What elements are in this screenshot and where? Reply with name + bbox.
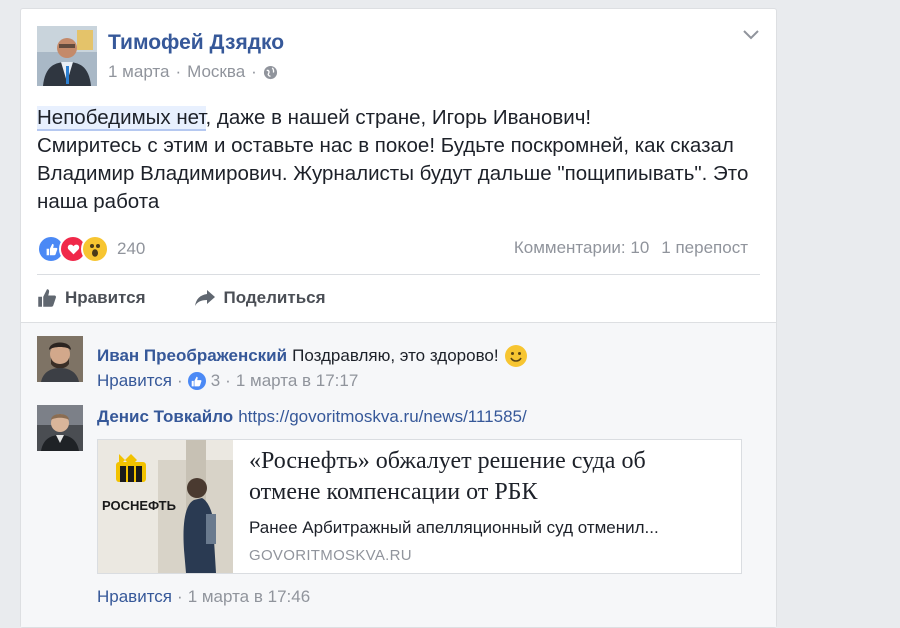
post-text-line1: , даже в нашей стране, Игорь Иванович! xyxy=(205,106,592,129)
thumbs-up-icon xyxy=(38,289,56,307)
commenter-avatar[interactable] xyxy=(37,336,83,382)
comment-text: Поздравляю, это здорово! xyxy=(292,346,499,365)
comment-author[interactable]: Иван Преображенский xyxy=(97,346,287,366)
globe-icon[interactable] xyxy=(263,65,278,80)
comment-timestamp[interactable]: 1 марта в 17:46 xyxy=(188,587,310,607)
meta-separator: · xyxy=(177,587,183,606)
post-meta: 1 марта · Москва · xyxy=(108,62,278,82)
like-reaction-icon[interactable] xyxy=(187,372,206,390)
post-location[interactable]: Москва xyxy=(187,62,245,82)
comments-count[interactable]: Комментарии: 10 xyxy=(514,238,649,258)
comments-section: Иван Преображенский Поздравляю, это здор… xyxy=(21,322,776,627)
reactions-summary[interactable]: 240 xyxy=(37,235,145,263)
comment-link[interactable]: https://govoritmoskva.ru/news/111585/ xyxy=(238,407,527,427)
comment-like-link[interactable]: Нравится xyxy=(97,371,172,391)
link-preview-image[interactable]: РОСНЕФТЬ xyxy=(98,440,233,573)
post-actions: Нравится Поделиться xyxy=(37,288,326,308)
comment-meta: Нравится · 1 марта в 17:46 xyxy=(97,587,310,607)
like-button[interactable]: Нравится xyxy=(37,288,146,308)
link-preview-title[interactable]: «Роснефть» обжалует решение суда об отме… xyxy=(249,446,719,508)
smile-emoji-icon xyxy=(504,345,527,367)
comment-author[interactable]: Денис Товкайло xyxy=(97,407,233,427)
share-arrow-icon xyxy=(194,290,215,306)
shares-count[interactable]: 1 перепост xyxy=(661,238,748,258)
post-text: Непобедимых нет, даже в нашей стране, Иг… xyxy=(37,104,757,216)
comment-body: Иван Преображенский Поздравляю, это здор… xyxy=(97,344,528,368)
divider xyxy=(37,274,760,275)
like-button-label: Нравится xyxy=(65,288,146,307)
share-button[interactable]: Поделиться xyxy=(194,288,326,308)
comment-like-count[interactable]: 3 xyxy=(211,371,220,391)
meta-separator: · xyxy=(177,371,183,390)
meta-separator: · xyxy=(225,371,231,390)
link-preview-description: Ранее Арбитражный апелляционный суд отме… xyxy=(249,518,659,537)
share-button-label: Поделиться xyxy=(223,288,326,307)
link-preview-card[interactable]: РОСНЕФТЬ «Роснефть» обжалует решение суд… xyxy=(97,439,742,574)
chevron-down-icon[interactable] xyxy=(742,29,760,41)
meta-separator: · xyxy=(251,62,257,81)
rosneft-logo-text: РОСНЕФТЬ xyxy=(102,498,176,513)
commenter-avatar[interactable] xyxy=(37,405,83,451)
post-text-body: Смиритесь с этим и оставьте нас в покое!… xyxy=(37,134,749,213)
comment-timestamp[interactable]: 1 марта в 17:17 xyxy=(236,371,358,391)
comment-like-link[interactable]: Нравится xyxy=(97,587,172,607)
post-date[interactable]: 1 марта xyxy=(108,62,169,82)
wow-reaction-icon xyxy=(81,235,109,263)
post-card: Тимофей Дзядко 1 марта · Москва · Непобе… xyxy=(20,8,777,628)
post-stats: Комментарии: 10 1 перепост xyxy=(514,238,748,258)
link-preview-domain: GOVORITMOSKVA.RU xyxy=(249,547,412,564)
reaction-count[interactable]: 240 xyxy=(117,239,145,259)
comment-body: Денис Товкайло https://govoritmoskva.ru/… xyxy=(97,407,527,427)
highlighted-phrase: Непобедимых нет xyxy=(37,106,206,131)
post-author[interactable]: Тимофей Дзядко xyxy=(108,31,284,55)
comment-meta: Нравится · 3 · 1 марта в 17:17 xyxy=(97,371,358,391)
meta-separator: · xyxy=(175,62,182,81)
author-avatar[interactable] xyxy=(37,26,97,86)
